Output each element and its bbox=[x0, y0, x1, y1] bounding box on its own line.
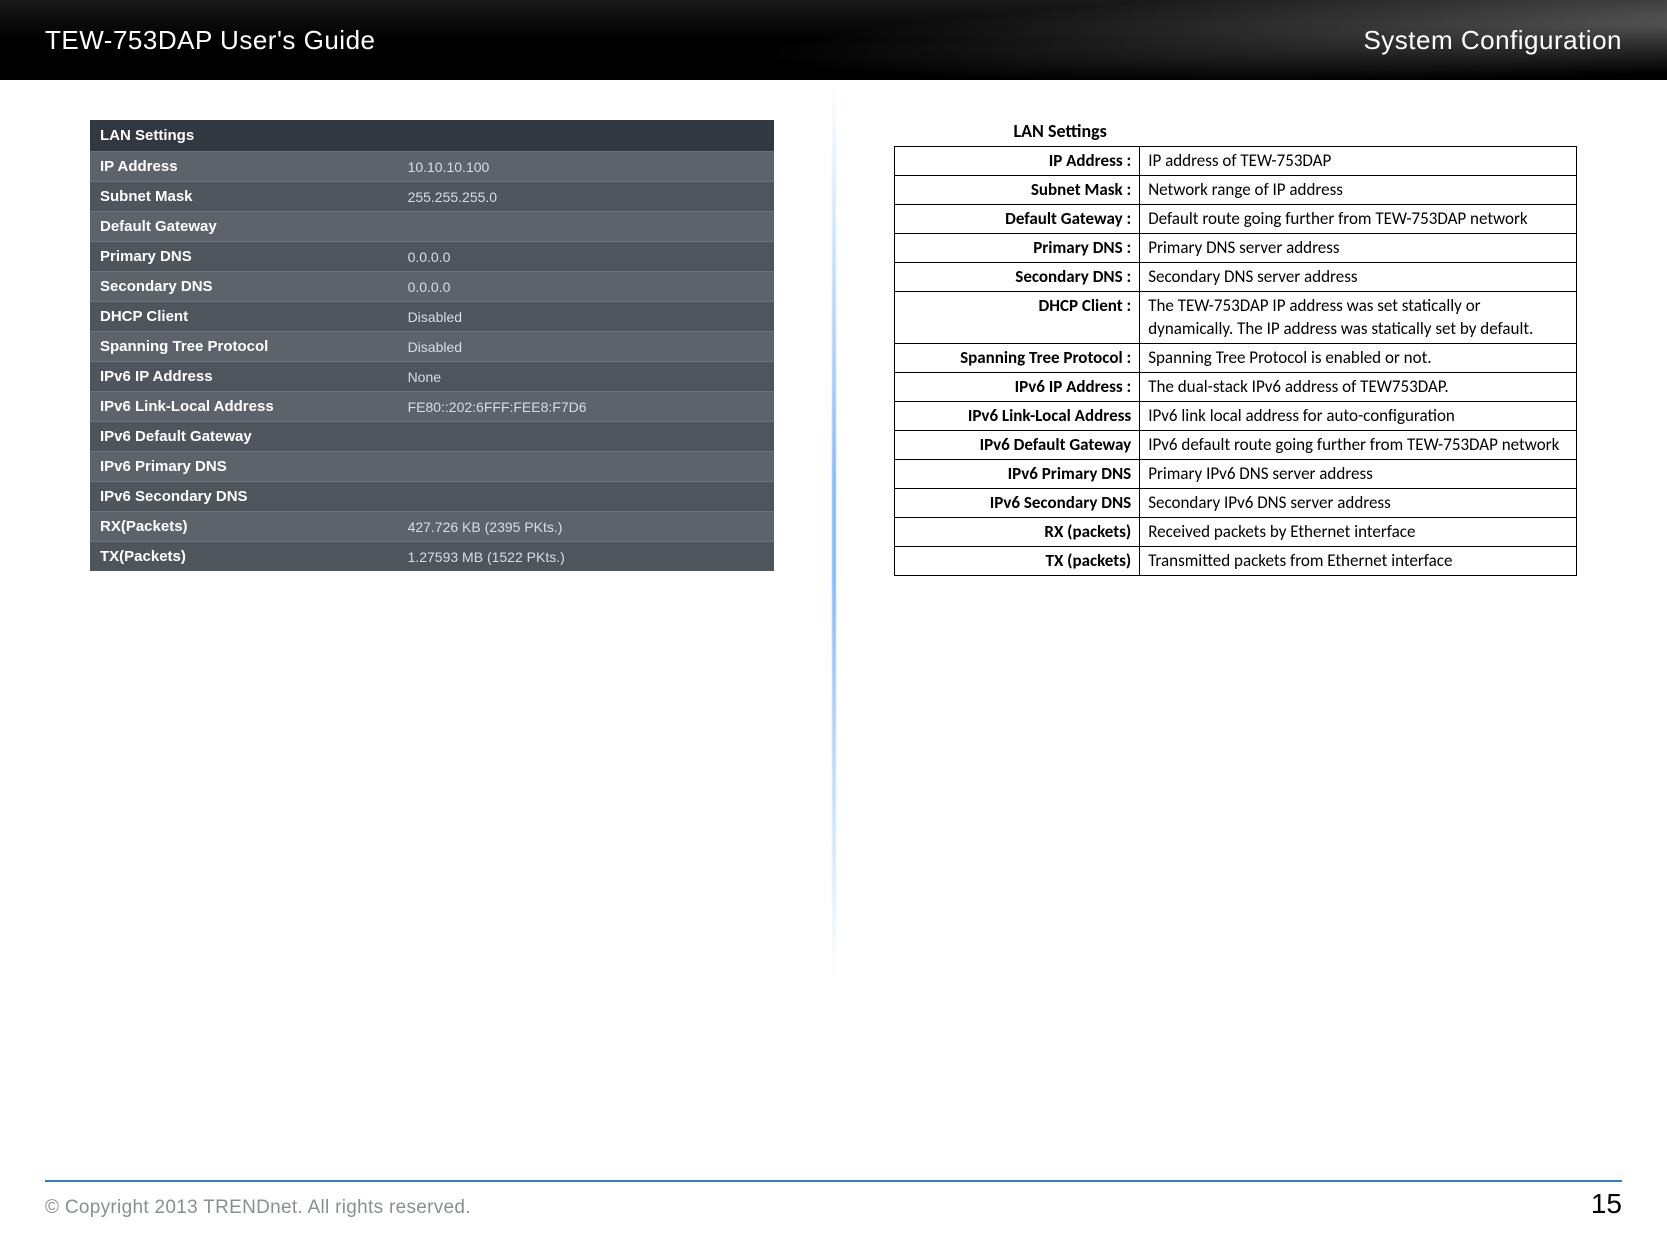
page-number: 15 bbox=[1591, 1188, 1622, 1220]
lan-settings-title: LAN Settings bbox=[90, 120, 774, 152]
desc-row-value: Secondary DNS server address bbox=[1140, 263, 1577, 292]
desc-row-key: IPv6 Secondary DNS bbox=[894, 489, 1140, 518]
desc-row-key: Secondary DNS : bbox=[894, 263, 1140, 292]
lan-row-value: FE80::202:6FFF:FEE8:F7D6 bbox=[398, 392, 774, 422]
desc-row: IPv6 IP Address :The dual-stack IPv6 add… bbox=[894, 372, 1577, 401]
lan-row: IPv6 Link-Local AddressFE80::202:6FFF:FE… bbox=[90, 392, 774, 422]
desc-row-key: IPv6 Link-Local Address bbox=[894, 401, 1140, 430]
right-column: LAN Settings IP Address :IP address of T… bbox=[829, 120, 1578, 1160]
desc-row-key: Spanning Tree Protocol : bbox=[894, 343, 1140, 372]
desc-row-key: IPv6 Primary DNS bbox=[894, 460, 1140, 489]
lan-row-value bbox=[398, 482, 774, 512]
desc-row: RX (packets)Received packets by Ethernet… bbox=[894, 518, 1577, 547]
desc-row: Primary DNS :Primary DNS server address bbox=[894, 234, 1577, 263]
lan-row-label: RX(Packets) bbox=[90, 512, 398, 542]
page-header: TEW-753DAP User's Guide System Configura… bbox=[0, 0, 1667, 80]
lan-row-value: None bbox=[398, 362, 774, 392]
lan-row-label: IPv6 Default Gateway bbox=[90, 422, 398, 452]
desc-row-key: IPv6 Default Gateway bbox=[894, 430, 1140, 459]
desc-row-value: Spanning Tree Protocol is enabled or not… bbox=[1140, 343, 1577, 372]
lan-row: TX(Packets)1.27593 MB (1522 PKts.) bbox=[90, 542, 774, 572]
lan-row-label: IPv6 Secondary DNS bbox=[90, 482, 398, 512]
desc-row-value: Received packets by Ethernet interface bbox=[1140, 518, 1577, 547]
lan-row: IPv6 Primary DNS bbox=[90, 452, 774, 482]
descriptions-table: IP Address :IP address of TEW-753DAPSubn… bbox=[894, 146, 1578, 576]
lan-row-label: Spanning Tree Protocol bbox=[90, 332, 398, 362]
lan-row-label: IPv6 IP Address bbox=[90, 362, 398, 392]
lan-row-label: DHCP Client bbox=[90, 302, 398, 332]
lan-row-value bbox=[398, 212, 774, 242]
desc-row-key: IP Address : bbox=[894, 147, 1140, 176]
lan-row-value: 0.0.0.0 bbox=[398, 242, 774, 272]
desc-row-value: Primary IPv6 DNS server address bbox=[1140, 460, 1577, 489]
lan-row-value: 0.0.0.0 bbox=[398, 272, 774, 302]
lan-row-label: Secondary DNS bbox=[90, 272, 398, 302]
lan-row: Primary DNS0.0.0.0 bbox=[90, 242, 774, 272]
lan-row-label: Subnet Mask bbox=[90, 182, 398, 212]
lan-row-value: 255.255.255.0 bbox=[398, 182, 774, 212]
desc-row: IPv6 Secondary DNSSecondary IPv6 DNS ser… bbox=[894, 489, 1577, 518]
desc-row: Default Gateway :Default route going fur… bbox=[894, 205, 1577, 234]
desc-row-value: Secondary IPv6 DNS server address bbox=[1140, 489, 1577, 518]
lan-row-label: IP Address bbox=[90, 152, 398, 182]
doc-title: TEW-753DAP User's Guide bbox=[45, 25, 376, 56]
desc-row-key: RX (packets) bbox=[894, 518, 1140, 547]
lan-row: DHCP ClientDisabled bbox=[90, 302, 774, 332]
desc-row: Spanning Tree Protocol :Spanning Tree Pr… bbox=[894, 343, 1577, 372]
desc-row: IP Address :IP address of TEW-753DAP bbox=[894, 147, 1577, 176]
lan-row-label: IPv6 Link-Local Address bbox=[90, 392, 398, 422]
descriptions-title: LAN Settings bbox=[1014, 120, 1578, 142]
desc-row-key: IPv6 IP Address : bbox=[894, 372, 1140, 401]
lan-row-label: Primary DNS bbox=[90, 242, 398, 272]
lan-row-label: Default Gateway bbox=[90, 212, 398, 242]
desc-row-value: The dual-stack IPv6 address of TEW753DAP… bbox=[1140, 372, 1577, 401]
desc-row-key: Primary DNS : bbox=[894, 234, 1140, 263]
lan-settings-panel: LAN Settings IP Address10.10.10.100Subne… bbox=[90, 120, 774, 571]
desc-row: IPv6 Primary DNSPrimary IPv6 DNS server … bbox=[894, 460, 1577, 489]
desc-row-value: IP address of TEW-753DAP bbox=[1140, 147, 1577, 176]
left-column: LAN Settings IP Address10.10.10.100Subne… bbox=[90, 120, 829, 1160]
lan-row-value bbox=[398, 422, 774, 452]
desc-row-value: IPv6 link local address for auto-configu… bbox=[1140, 401, 1577, 430]
lan-row: RX(Packets)427.726 KB (2395 PKts.) bbox=[90, 512, 774, 542]
lan-row-value: 1.27593 MB (1522 PKts.) bbox=[398, 542, 774, 572]
desc-row-value: Primary DNS server address bbox=[1140, 234, 1577, 263]
desc-row-value: Default route going further from TEW-753… bbox=[1140, 205, 1577, 234]
lan-row-label: TX(Packets) bbox=[90, 542, 398, 572]
desc-row: Secondary DNS :Secondary DNS server addr… bbox=[894, 263, 1577, 292]
desc-row-value: Network range of IP address bbox=[1140, 176, 1577, 205]
desc-row-key: Default Gateway : bbox=[894, 205, 1140, 234]
lan-row: IPv6 Secondary DNS bbox=[90, 482, 774, 512]
desc-row: IPv6 Link-Local AddressIPv6 link local a… bbox=[894, 401, 1577, 430]
desc-row: DHCP Client :The TEW-753DAP IP address w… bbox=[894, 292, 1577, 343]
lan-row: Default Gateway bbox=[90, 212, 774, 242]
page-body: LAN Settings IP Address10.10.10.100Subne… bbox=[0, 80, 1667, 1160]
desc-row: TX (packets)Transmitted packets from Eth… bbox=[894, 547, 1577, 576]
desc-row-value: Transmitted packets from Ethernet interf… bbox=[1140, 547, 1577, 576]
lan-row-label: IPv6 Primary DNS bbox=[90, 452, 398, 482]
desc-row-key: TX (packets) bbox=[894, 547, 1140, 576]
copyright: © Copyright 2013 TRENDnet. All rights re… bbox=[45, 1197, 471, 1219]
lan-row-value bbox=[398, 452, 774, 482]
lan-row: Subnet Mask255.255.255.0 bbox=[90, 182, 774, 212]
desc-row-key: Subnet Mask : bbox=[894, 176, 1140, 205]
page-footer: © Copyright 2013 TRENDnet. All rights re… bbox=[45, 1180, 1622, 1220]
desc-row: Subnet Mask :Network range of IP address bbox=[894, 176, 1577, 205]
lan-row: IP Address10.10.10.100 bbox=[90, 152, 774, 182]
lan-row-value: 427.726 KB (2395 PKts.) bbox=[398, 512, 774, 542]
desc-row: IPv6 Default GatewayIPv6 default route g… bbox=[894, 430, 1577, 459]
desc-row-value: The TEW-753DAP IP address was set static… bbox=[1140, 292, 1577, 343]
lan-row-value: Disabled bbox=[398, 332, 774, 362]
desc-row-key: DHCP Client : bbox=[894, 292, 1140, 343]
lan-row-value: Disabled bbox=[398, 302, 774, 332]
lan-row: IPv6 Default Gateway bbox=[90, 422, 774, 452]
lan-row-value: 10.10.10.100 bbox=[398, 152, 774, 182]
lan-row: Spanning Tree ProtocolDisabled bbox=[90, 332, 774, 362]
desc-row-value: IPv6 default route going further from TE… bbox=[1140, 430, 1577, 459]
section-title: System Configuration bbox=[1363, 25, 1622, 56]
lan-row: Secondary DNS0.0.0.0 bbox=[90, 272, 774, 302]
lan-row: IPv6 IP AddressNone bbox=[90, 362, 774, 392]
